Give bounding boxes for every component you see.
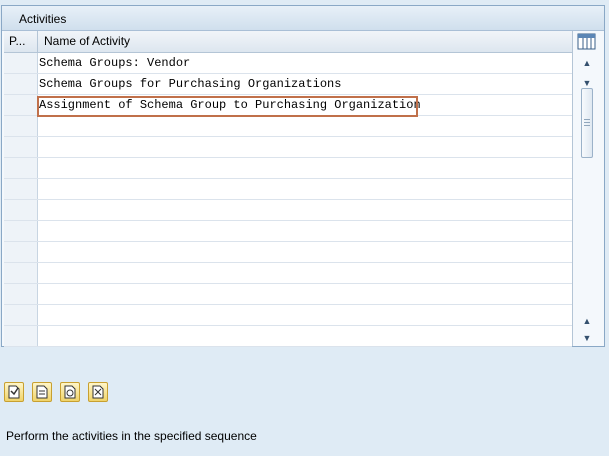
status-message: Perform the activities in the specified … [6, 429, 257, 443]
execute-button[interactable] [4, 382, 24, 402]
table-row[interactable] [4, 116, 572, 137]
table-row[interactable] [4, 158, 572, 179]
document-button[interactable] [32, 382, 52, 402]
table-row[interactable]: Assignment of Schema Group to Purchasing… [4, 95, 572, 116]
panel-title: Activities [19, 12, 67, 26]
activities-panel: Activities P... Name of Activity Schema … [1, 5, 605, 347]
table-row[interactable] [4, 284, 572, 305]
scroll-up-bottom-icon[interactable]: ▲ [573, 314, 601, 328]
table-row[interactable] [4, 263, 572, 284]
table-header: P... Name of Activity [4, 31, 572, 53]
table-row[interactable] [4, 200, 572, 221]
history-icon [64, 385, 76, 399]
panel-titlebar: Activities [2, 6, 604, 31]
activity-name[interactable]: Assignment of Schema Group to Purchasing… [38, 95, 421, 115]
info-button[interactable] [88, 382, 108, 402]
history-button[interactable] [60, 382, 80, 402]
table-row[interactable] [4, 305, 572, 326]
table-row[interactable] [4, 326, 572, 347]
table-row[interactable] [4, 179, 572, 200]
scrollbar-thumb[interactable] [581, 88, 593, 158]
activity-name[interactable]: Schema Groups: Vendor [38, 53, 190, 73]
activities-table: P... Name of Activity Schema Groups: Ven… [4, 31, 601, 347]
column-header-name[interactable]: Name of Activity [38, 31, 572, 52]
activity-name[interactable]: Schema Groups for Purchasing Organizatio… [38, 74, 341, 94]
column-config-icon[interactable] [577, 33, 596, 50]
execute-icon [8, 385, 20, 399]
table-row[interactable]: Schema Groups: Vendor [4, 53, 572, 74]
info-icon [92, 385, 104, 399]
table-row[interactable] [4, 137, 572, 158]
vertical-scrollbar[interactable]: ▲ ▼ ▲ ▼ [572, 31, 601, 346]
table-row[interactable] [4, 221, 572, 242]
scroll-down-bottom-icon[interactable]: ▼ [573, 331, 601, 345]
table-row[interactable] [4, 242, 572, 263]
document-icon [36, 385, 48, 399]
table-row[interactable]: Schema Groups for Purchasing Organizatio… [4, 74, 572, 95]
column-header-priority[interactable]: P... [4, 31, 38, 52]
scroll-up-top-icon[interactable]: ▲ [573, 56, 601, 70]
